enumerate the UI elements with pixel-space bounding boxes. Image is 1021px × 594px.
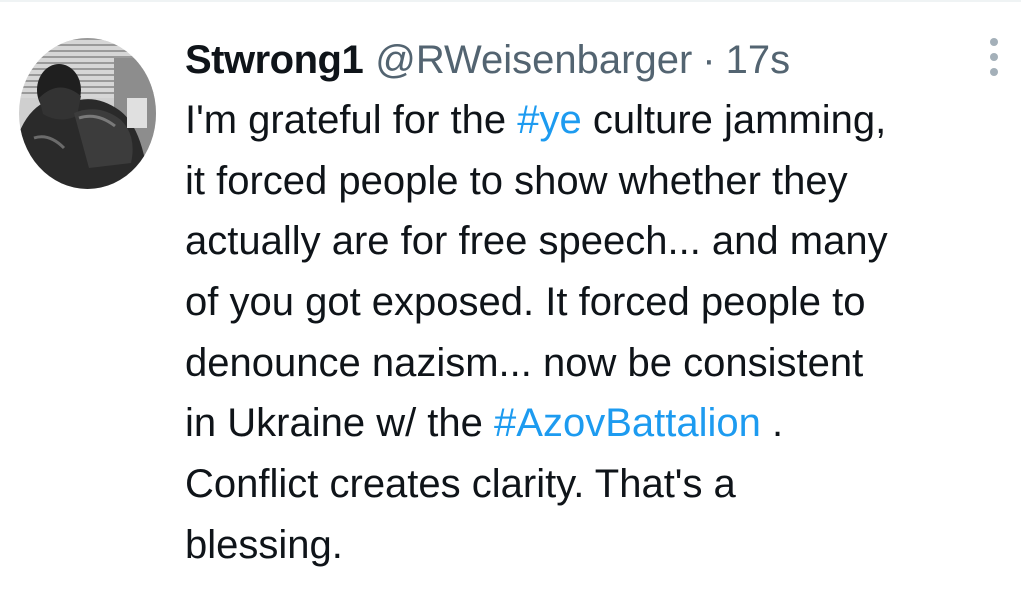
more-options-button[interactable] <box>980 38 1008 76</box>
hashtag-link-azovbattalion[interactable]: #AzovBattalion <box>494 401 761 445</box>
avatar[interactable] <box>19 38 156 189</box>
tweet-header: Stwrong1 @RWeisenbarger · 17s <box>185 32 790 88</box>
hashtag-link-ye[interactable]: #ye <box>517 98 582 142</box>
profile-photo-icon <box>19 38 156 189</box>
tweet[interactable]: Stwrong1 @RWeisenbarger · 17s I'm gratef… <box>0 0 1021 594</box>
display-name[interactable]: Stwrong1 <box>185 32 364 88</box>
tweet-text: I'm grateful for the #ye culture jamming… <box>185 90 1015 576</box>
timestamp[interactable]: 17s <box>726 32 791 88</box>
tweet-line: actually are for free speech... and many <box>185 219 888 264</box>
tweet-line: Conflict creates clarity. That's a <box>185 462 736 507</box>
separator-dot: · <box>702 38 716 82</box>
tweet-line: in Ukraine w/ the #AzovBattalion . <box>185 401 784 446</box>
tweet-line: blessing. <box>185 522 343 567</box>
tweet-line: denounce nazism... now be consistent <box>185 340 864 385</box>
user-handle[interactable]: @RWeisenbarger <box>375 32 692 88</box>
tweet-line: I'm grateful for the #ye culture jamming… <box>185 98 887 142</box>
tweet-line: it forced people to show whether they <box>185 158 848 203</box>
vertical-ellipsis-icon <box>990 38 998 46</box>
tweet-line: of you got exposed. It forced people to <box>185 280 866 325</box>
